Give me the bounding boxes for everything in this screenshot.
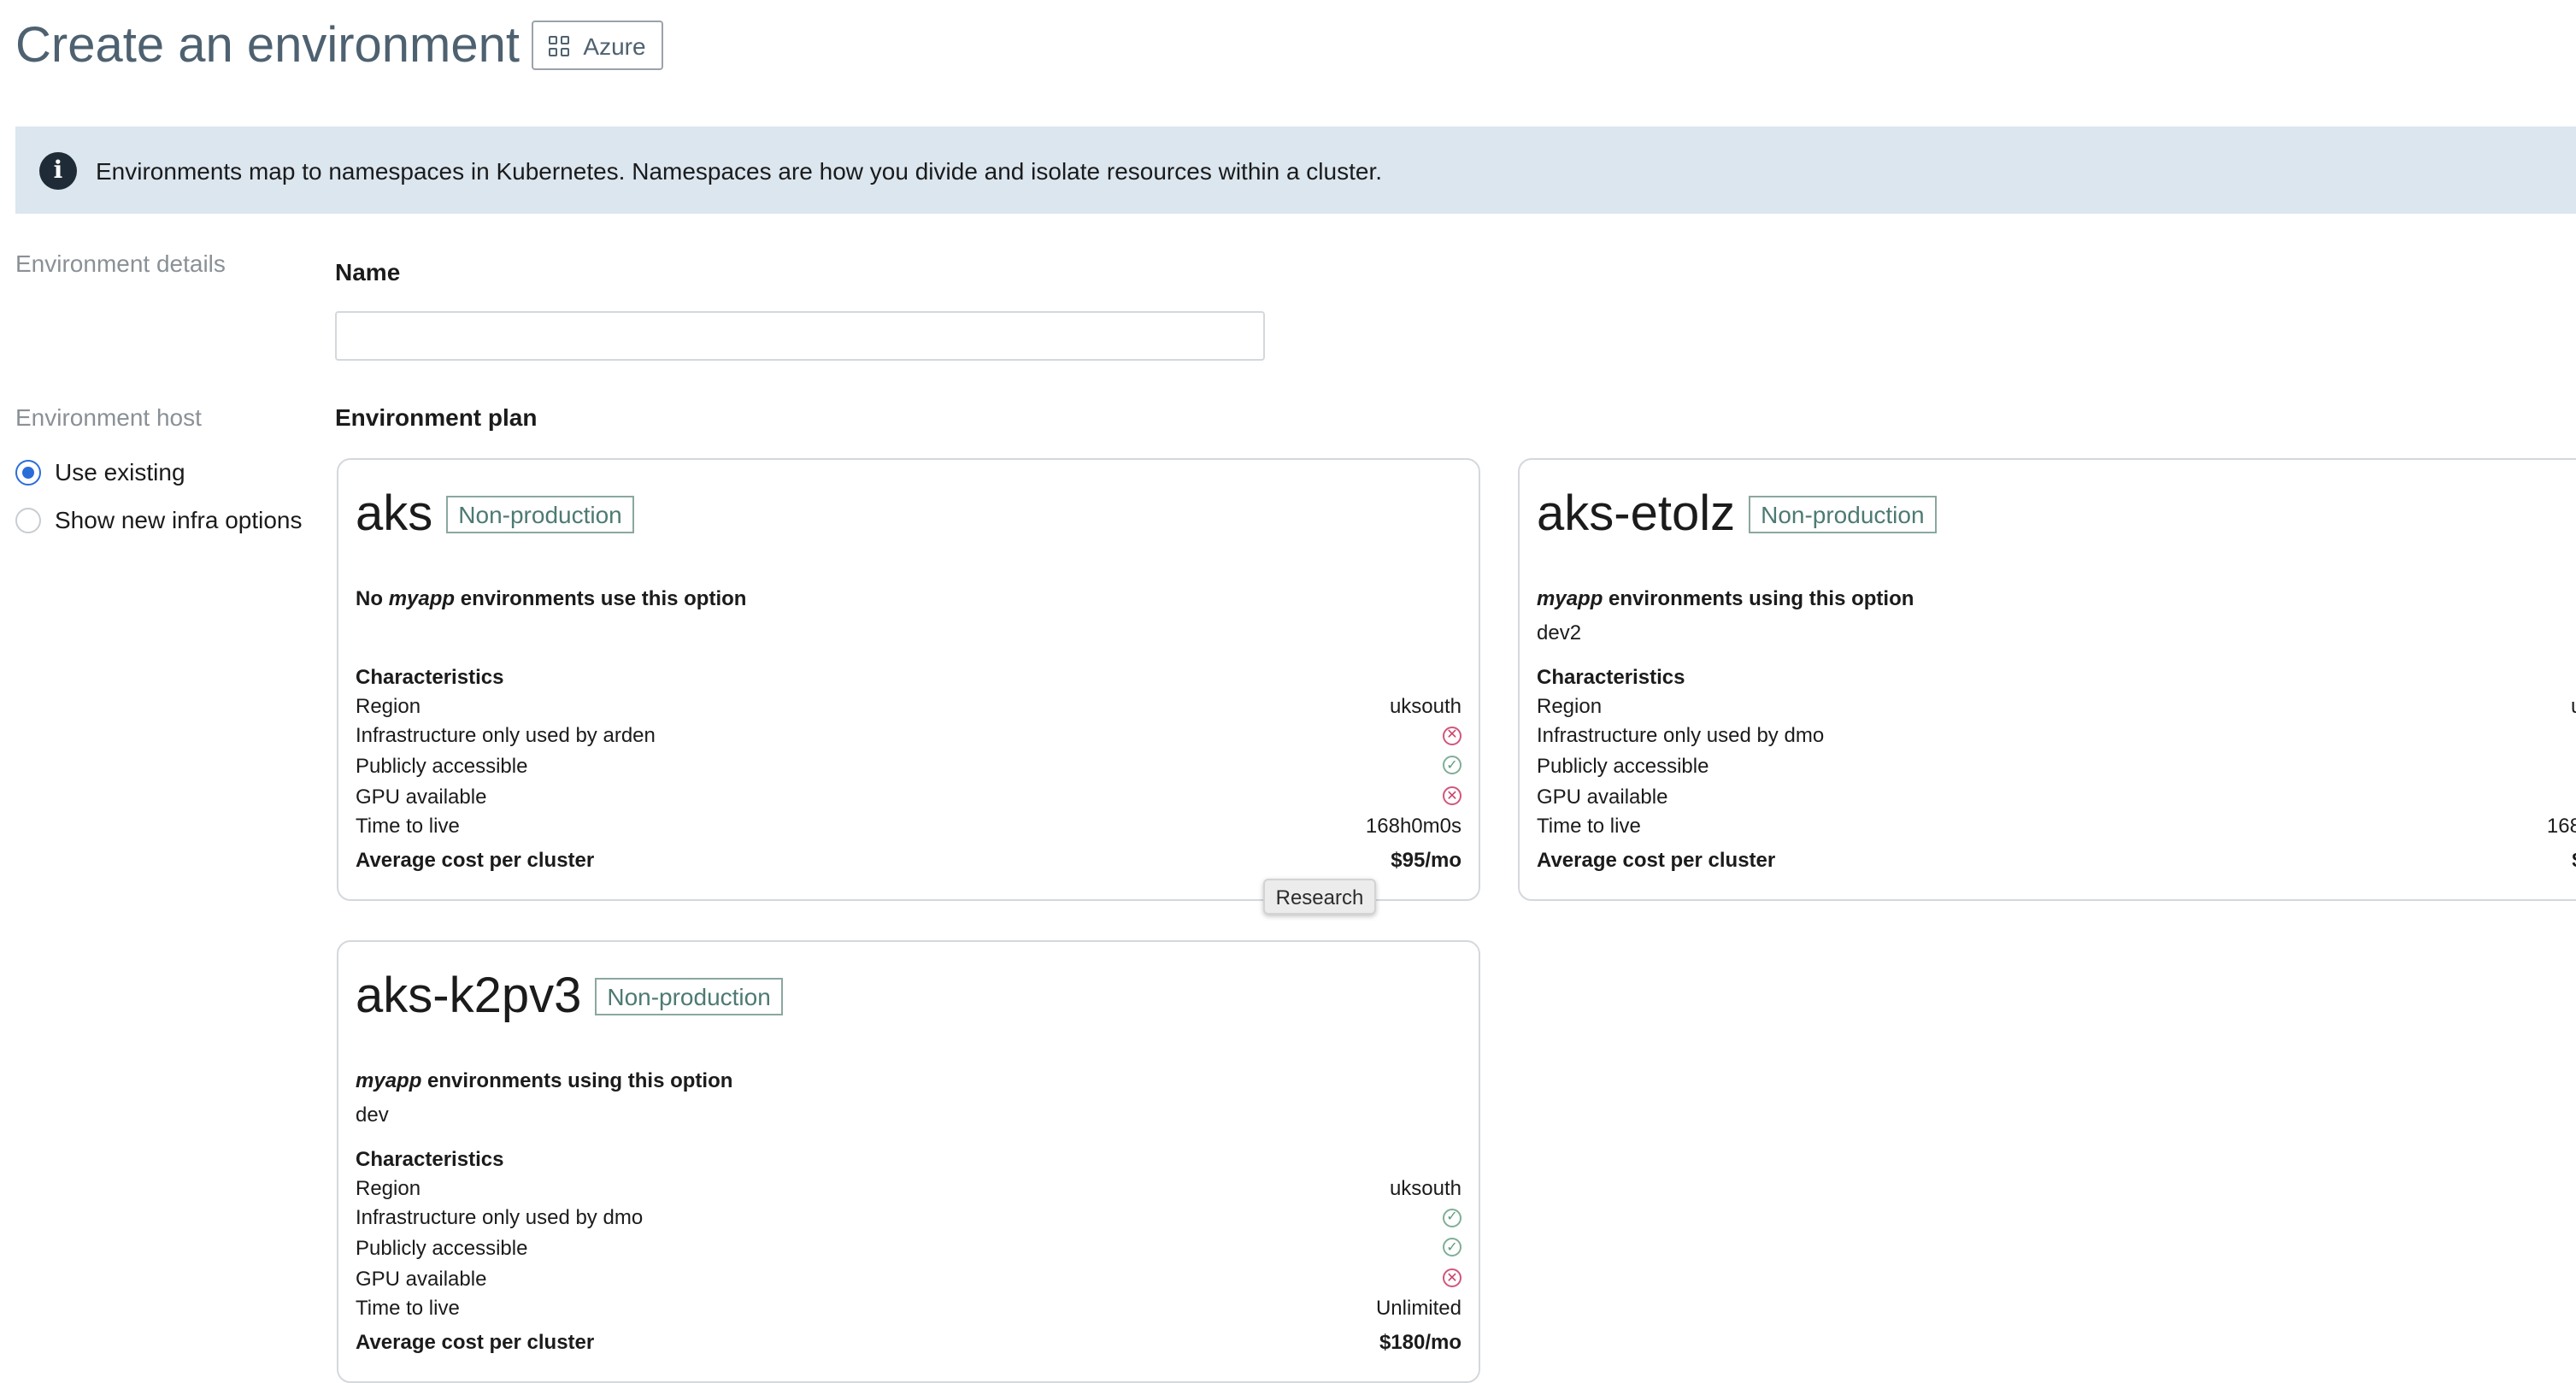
plan-badge: Non-production (595, 978, 783, 1015)
info-banner-text: Environments map to namespaces in Kubern… (96, 156, 1383, 184)
row-infra: Infrastructure only used by dmo✓ (356, 1203, 1461, 1233)
characteristics-list: Regionuksouth Infrastructure only used b… (1537, 691, 2576, 874)
radio-show-new-infra[interactable] (15, 507, 41, 533)
name-input[interactable] (335, 311, 1265, 361)
characteristics-heading: Characteristics (1537, 665, 1685, 689)
host-option-show-new-infra[interactable]: Show new infra options (15, 506, 303, 533)
radio-use-existing[interactable] (15, 459, 41, 485)
row-public: Publicly accessible✓ (356, 1233, 1461, 1262)
name-label: Name (335, 258, 401, 285)
host-option-label: Use existing (55, 458, 185, 486)
check-circle-icon: ✓ (1443, 1238, 1461, 1257)
x-circle-icon: ✕ (1443, 726, 1461, 745)
plan-usage: No myapp environments use this option (356, 586, 747, 610)
row-ttl: Time to live168h0m0s (356, 814, 1461, 839)
grid-icon (549, 35, 570, 56)
plan-name: aks (356, 487, 433, 542)
plan-card-aks-etolz[interactable]: aks-etolz Non-production myapp environme… (1518, 458, 2576, 901)
row-cost: Average cost per cluster $180/mo (356, 1329, 1461, 1354)
row-public: Publicly accessible✓ (356, 750, 1461, 780)
row-infra: Infrastructure only used by arden ✕ (356, 721, 1461, 750)
app-name: myapp (1537, 586, 1603, 610)
app-name: myapp (388, 586, 456, 610)
row-gpu: GPU available✕ (356, 1263, 1461, 1293)
plan-usage: myapp environments using this option (356, 1068, 733, 1092)
row-region: Regionuksouth (356, 693, 1461, 718)
app-name: myapp (356, 1068, 422, 1092)
row-region: Regionuksouth (356, 1175, 1461, 1200)
research-tooltip: Research (1263, 879, 1376, 915)
plan-environments: dev (356, 1103, 389, 1127)
plan-name: aks-k2pv3 (356, 969, 582, 1024)
plan-card-aks[interactable]: aks Non-production No myapp environments… (337, 458, 1480, 901)
characteristics-list: Regionuksouth Infrastructure only used b… (356, 1173, 1461, 1357)
azure-provider-label: Azure (583, 32, 646, 59)
row-region: Regionuksouth (1537, 693, 2576, 718)
environment-plan-label: Environment plan (335, 403, 538, 431)
characteristics-heading: Characteristics (356, 665, 504, 689)
row-ttl: Time to live168h0m0s (1537, 814, 2576, 839)
host-option-label: Show new infra options (55, 506, 303, 533)
x-circle-icon: ✕ (1443, 1268, 1461, 1288)
row-gpu: GPU available✕ (356, 781, 1461, 811)
environment-host-label: Environment host (15, 403, 202, 431)
plan-name: aks-etolz (1537, 487, 1736, 542)
plan-badge: Non-production (1749, 496, 1937, 533)
info-icon: i (39, 151, 77, 189)
page-title: Create an environment (15, 19, 520, 74)
info-banner: i Environments map to namespaces in Kube… (15, 127, 2576, 214)
row-cost: Average cost per cluster$95/mo (1537, 847, 2576, 872)
azure-provider-button[interactable]: Azure (532, 21, 663, 70)
plan-usage: myapp environments using this option (1537, 586, 1914, 610)
plan-card-aks-k2pv3[interactable]: aks-k2pv3 Non-production myapp environme… (337, 940, 1480, 1383)
plan-badge: Non-production (446, 496, 634, 533)
x-circle-icon: ✕ (1443, 786, 1461, 806)
characteristics-heading: Characteristics (356, 1147, 504, 1171)
plan-environments: dev2 (1537, 621, 1582, 644)
row-ttl: Time to live Unlimited (356, 1296, 1461, 1321)
row-gpu: GPU available✕ (1537, 784, 1668, 809)
environment-details-label: Environment details (15, 250, 226, 277)
characteristics-list: Regionuksouth Infrastructure only used b… (356, 691, 1461, 874)
row-infra: Infrastructure only used by dmo✓ (1537, 723, 1825, 748)
row-cost: Average cost per cluster$95/mo (356, 847, 1461, 872)
host-option-use-existing[interactable]: Use existing (15, 458, 185, 486)
check-circle-icon: ✓ (1443, 756, 1461, 775)
row-public: Publicly accessible✓ (1537, 753, 1709, 778)
check-circle-icon: ✓ (1443, 1208, 1461, 1227)
